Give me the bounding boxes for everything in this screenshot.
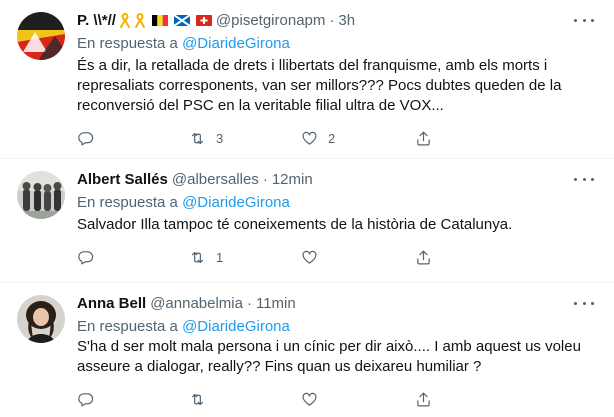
tweet[interactable]: Albert Sallés @albersalles · 12min En re… (0, 159, 614, 283)
display-name[interactable]: P. \\*// (77, 12, 116, 29)
share-icon (417, 392, 430, 406)
more-options-icon[interactable] (574, 297, 594, 309)
share-icon (417, 250, 430, 264)
user-handle[interactable]: @annabelmia (150, 295, 243, 312)
reply-icon (78, 131, 94, 145)
like-button[interactable] (301, 391, 338, 408)
yellow-ribbon-icon (119, 12, 131, 28)
reply-prefix: En respuesta a (77, 318, 178, 335)
tweet-actions: 1 (77, 247, 527, 267)
swiss-flag-icon (193, 14, 212, 26)
share-button[interactable] (415, 130, 432, 147)
like-button[interactable] (301, 249, 338, 266)
reply-context: En respuesta a @DiarideGirona (77, 35, 290, 52)
user-handle[interactable]: @albersalles (172, 171, 259, 188)
timestamp[interactable]: 3h (338, 12, 355, 29)
share-button[interactable] (415, 249, 432, 266)
reply-button[interactable] (77, 130, 114, 147)
more-options-icon[interactable] (574, 173, 594, 185)
retweet-icon (191, 132, 204, 144)
reply-handle-link[interactable]: @DiarideGirona (182, 35, 290, 52)
separator-dot: · (262, 170, 268, 188)
tweet-actions: 3 2 (77, 128, 527, 148)
display-name[interactable]: Anna Bell (77, 295, 146, 312)
like-button[interactable]: 2 (301, 130, 338, 147)
tweet-header: Albert Sallés @albersalles · 12min (77, 169, 313, 189)
heart-icon (302, 250, 317, 264)
reply-handle-link[interactable]: @DiarideGirona (182, 194, 290, 211)
tweet-header: P. \\*// @pisetgironapm · 3h (77, 10, 355, 30)
heart-icon (302, 392, 317, 406)
reply-icon (78, 250, 94, 264)
avatar[interactable] (17, 171, 65, 219)
tweet-text: Salvador Illa tampoc té coneixements de … (77, 216, 513, 233)
tweet[interactable]: P. \\*// @pisetgironapm · 3h En respuest… (0, 0, 614, 159)
belgium-flag-icon (149, 14, 168, 26)
tweet-header: Anna Bell @annabelmia · 11min (77, 293, 296, 313)
reply-context: En respuesta a @DiarideGirona (77, 194, 290, 211)
scotland-flag-icon (171, 14, 190, 26)
retweet-count: 1 (216, 249, 224, 265)
retweet-count: 3 (216, 130, 224, 146)
avatar[interactable] (17, 12, 65, 60)
timestamp[interactable]: 12min (272, 171, 313, 188)
separator-dot: · (329, 11, 335, 29)
reply-prefix: En respuesta a (77, 35, 178, 52)
reply-button[interactable] (77, 249, 114, 266)
yellow-ribbon-icon (134, 12, 146, 28)
reply-handle-link[interactable]: @DiarideGirona (182, 318, 290, 335)
more-options-icon[interactable] (574, 14, 594, 26)
user-handle[interactable]: @pisetgironapm (216, 12, 325, 29)
separator-dot: · (246, 294, 252, 312)
tweet[interactable]: Anna Bell @annabelmia · 11min En respues… (0, 283, 614, 417)
tweet-text: S'ha d ser molt mala persona i un cínic … (77, 338, 581, 375)
retweet-button[interactable]: 1 (189, 249, 226, 266)
share-button[interactable] (415, 391, 432, 408)
reply-context: En respuesta a @DiarideGirona (77, 318, 290, 335)
retweet-button[interactable]: 3 (189, 130, 226, 147)
timestamp[interactable]: 11min (256, 295, 296, 312)
display-name[interactable]: Albert Sallés (77, 171, 168, 188)
avatar[interactable] (17, 295, 65, 343)
heart-icon (302, 131, 317, 145)
reply-icon (78, 392, 94, 406)
like-count: 2 (328, 130, 336, 146)
retweet-button[interactable] (189, 391, 226, 408)
reply-button[interactable] (77, 391, 114, 408)
retweet-icon (191, 251, 204, 263)
tweet-actions (77, 389, 527, 409)
reply-prefix: En respuesta a (77, 194, 178, 211)
tweet-text: És a dir, la retallada de drets i lliber… (77, 57, 562, 114)
share-icon (417, 131, 430, 145)
retweet-icon (191, 393, 204, 405)
